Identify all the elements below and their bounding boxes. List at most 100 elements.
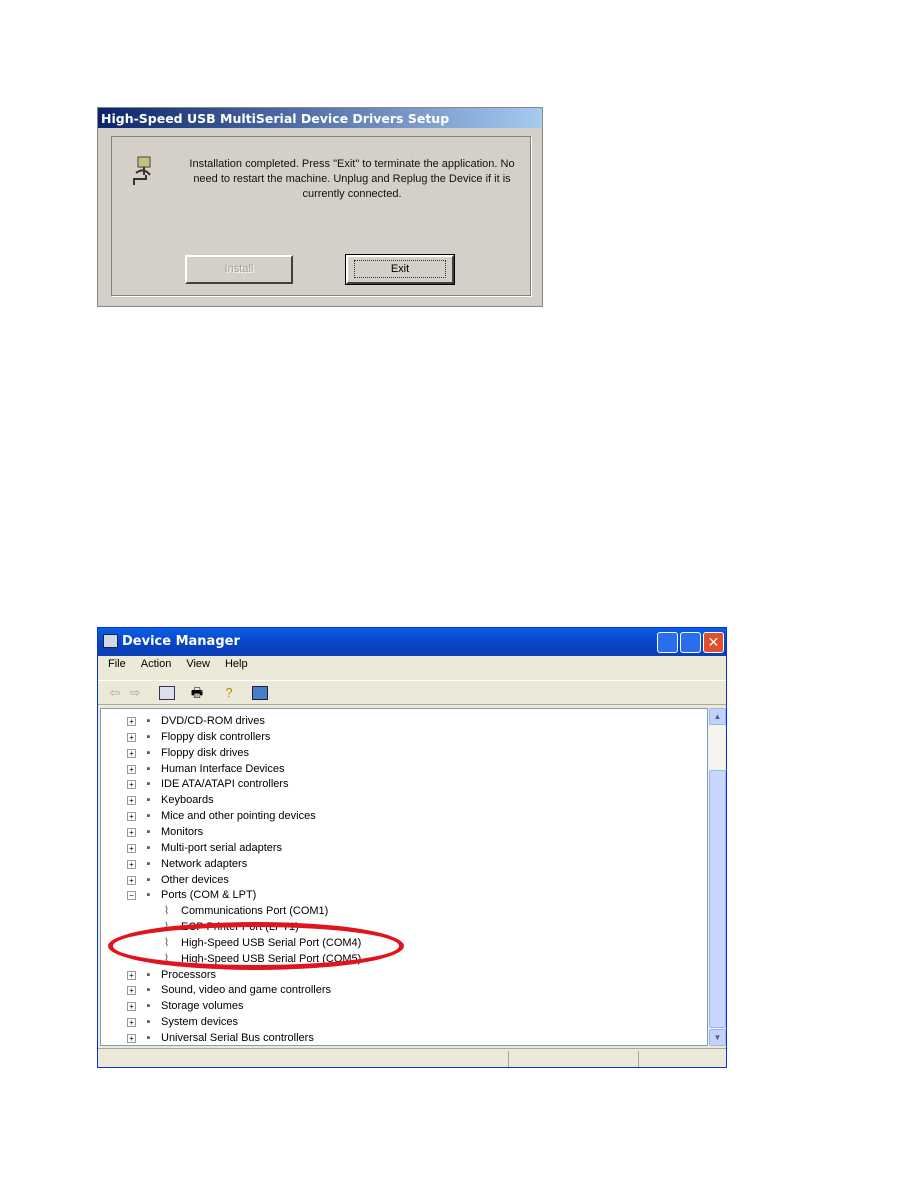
expand-icon[interactable]: + xyxy=(127,717,136,726)
tree-category-item[interactable]: + ▪ Processors xyxy=(101,967,701,983)
device-category-icon: ▪ xyxy=(146,984,151,997)
tree-category-item[interactable]: − ▪ Ports (COM & LPT) xyxy=(101,887,701,903)
expand-icon[interactable]: + xyxy=(127,1002,136,1012)
tree-item-label: Monitors xyxy=(161,825,204,838)
tree-category-item[interactable]: + ▪ Storage volumes xyxy=(101,998,701,1014)
port-icon: ⌇ xyxy=(163,952,170,965)
back-icon[interactable]: ⇦ xyxy=(107,686,123,700)
collapse-icon[interactable]: − xyxy=(127,891,136,901)
close-button[interactable]: ✕ xyxy=(703,632,724,653)
tree-category-item[interactable]: + ▪ DVD/CD-ROM drives xyxy=(101,713,701,729)
tree-item-label: Communications Port (COM1) xyxy=(181,905,329,918)
tree-item-label: Storage volumes xyxy=(161,1000,244,1013)
maximize-button[interactable] xyxy=(680,632,701,653)
scroll-thumb[interactable] xyxy=(709,770,726,1028)
install-button[interactable]: Install xyxy=(185,255,293,284)
menu-action[interactable]: Action xyxy=(141,658,172,670)
expand-icon[interactable]: + xyxy=(127,827,136,837)
properties-help-icon[interactable]: ? xyxy=(221,686,237,700)
expand-icon[interactable]: + xyxy=(127,1034,136,1043)
setup-title: High-Speed USB MultiSerial Device Driver… xyxy=(98,108,542,128)
tree-child-item[interactable]: ⌇ High-Speed USB Serial Port (COM5) xyxy=(101,951,701,967)
device-category-icon: ▪ xyxy=(146,825,151,838)
menu-help[interactable]: Help xyxy=(225,658,248,670)
tree-child-item[interactable]: ⌇ High-Speed USB Serial Port (COM4) xyxy=(101,935,701,951)
show-hide-tree-icon[interactable] xyxy=(159,686,175,700)
device-category-icon: ▪ xyxy=(146,794,151,807)
scroll-up-button[interactable]: ▲ xyxy=(709,708,726,725)
expand-icon[interactable]: + xyxy=(127,732,136,742)
device-tree: + ▪ DVD/CD-ROM drives + ▪ Floppy disk control… xyxy=(100,708,708,1046)
exit-button[interactable]: Exit xyxy=(345,254,455,285)
device-category-icon: ▪ xyxy=(146,778,151,791)
tree-category-item[interactable]: + ▪ Sound, video and game controllers xyxy=(101,982,701,998)
computer-icon xyxy=(103,634,118,648)
tree-category-item[interactable]: + ▪ Multi-port serial adapters xyxy=(101,840,701,856)
minimize-button[interactable] xyxy=(657,632,678,653)
device-category-icon: ▪ xyxy=(146,1032,151,1044)
device-category-icon: ▪ xyxy=(146,1016,151,1029)
exit-label: Exit xyxy=(353,260,447,278)
expand-icon[interactable]: + xyxy=(127,875,136,885)
menu-view[interactable]: View xyxy=(186,658,210,670)
setup-message: Installation completed. Press "Exit" to … xyxy=(189,158,515,200)
tree-item-label: Floppy disk controllers xyxy=(161,730,271,743)
tree-item-label: Ports (COM & LPT) xyxy=(161,889,257,902)
expand-icon[interactable]: + xyxy=(127,796,136,806)
tree-item-label: Network adapters xyxy=(161,857,248,870)
tree-item-label: Keyboards xyxy=(161,794,214,807)
tree-category-item[interactable]: + ▪ System devices xyxy=(101,1014,701,1030)
menu-file[interactable]: File xyxy=(108,658,126,670)
setup-group-box: Installation completed. Press "Exit" to … xyxy=(111,136,531,296)
device-category-icon: ▪ xyxy=(146,810,151,823)
scroll-down-button[interactable]: ▼ xyxy=(709,1029,726,1046)
tree-category-item[interactable]: + ▪ Other devices xyxy=(101,872,701,888)
tree-item-label: Human Interface Devices xyxy=(161,762,285,775)
tree-item-label: Floppy disk drives xyxy=(161,746,250,759)
device-category-icon: ▪ xyxy=(146,968,151,981)
tree-item-label: High-Speed USB Serial Port (COM4) xyxy=(181,936,362,949)
tree-item-label: System devices xyxy=(161,1016,239,1029)
scan-hardware-icon[interactable] xyxy=(252,686,268,700)
expand-icon[interactable]: + xyxy=(127,970,136,980)
tree-category-item[interactable]: + ▪ Floppy disk controllers xyxy=(101,729,701,745)
expand-icon[interactable]: + xyxy=(127,986,136,996)
tree-item-label: Sound, video and game controllers xyxy=(161,984,331,997)
tree-category-item[interactable]: + ▪ Universal Serial Bus controllers xyxy=(101,1030,701,1046)
expand-icon[interactable]: + xyxy=(127,764,136,774)
tree-category-item[interactable]: + ▪ Keyboards xyxy=(101,792,701,808)
device-category-icon: ▪ xyxy=(146,715,151,727)
expand-icon[interactable]: + xyxy=(127,780,136,790)
expand-icon[interactable]: + xyxy=(127,812,136,822)
port-icon: ⌇ xyxy=(163,921,170,934)
tree-item-label: High-Speed USB Serial Port (COM5) xyxy=(181,952,362,965)
port-icon: ⌇ xyxy=(163,905,170,918)
tree-category-item[interactable]: + ▪ Mice and other pointing devices xyxy=(101,808,701,824)
device-category-icon: ▪ xyxy=(146,746,151,759)
tree-child-item[interactable]: ⌇ ECP Printer Port (LPT1) xyxy=(101,919,701,935)
setup-dialog: High-Speed USB MultiSerial Device Driver… xyxy=(97,107,543,307)
tree-category-item[interactable]: + ▪ Network adapters xyxy=(101,856,701,872)
forward-icon[interactable]: ⇨ xyxy=(127,686,143,700)
expand-icon[interactable]: + xyxy=(127,1018,136,1028)
device-category-icon: ▪ xyxy=(146,857,151,870)
tree-category-item[interactable]: + ▪ Human Interface Devices xyxy=(101,761,701,777)
tree-item-label: Processors xyxy=(161,968,217,981)
tree-category-item[interactable]: + ▪ IDE ATA/ATAPI controllers xyxy=(101,776,701,792)
device-category-icon: ▪ xyxy=(146,889,151,902)
tree-item-label: Mice and other pointing devices xyxy=(161,810,316,823)
expand-icon[interactable]: + xyxy=(127,748,136,758)
device-category-icon: ▪ xyxy=(146,873,151,886)
menu-bar: File Action View Help xyxy=(108,658,248,670)
expand-icon[interactable]: + xyxy=(127,859,136,869)
toolbar: ⇦ ⇨ 🖶 ? xyxy=(98,680,726,705)
window-title: Device Manager xyxy=(98,628,726,656)
print-icon[interactable]: 🖶 xyxy=(189,686,205,700)
tree-category-item[interactable]: + ▪ Monitors xyxy=(101,824,701,840)
vertical-scrollbar[interactable]: ▲ ▼ xyxy=(708,708,726,1046)
tree-child-item[interactable]: ⌇ Communications Port (COM1) xyxy=(101,903,701,919)
tree-item-label: ECP Printer Port (LPT1) xyxy=(181,921,299,934)
tree-category-item[interactable]: + ▪ Floppy disk drives xyxy=(101,745,701,761)
expand-icon[interactable]: + xyxy=(127,843,136,853)
tree-item-label: Universal Serial Bus controllers xyxy=(161,1032,314,1044)
